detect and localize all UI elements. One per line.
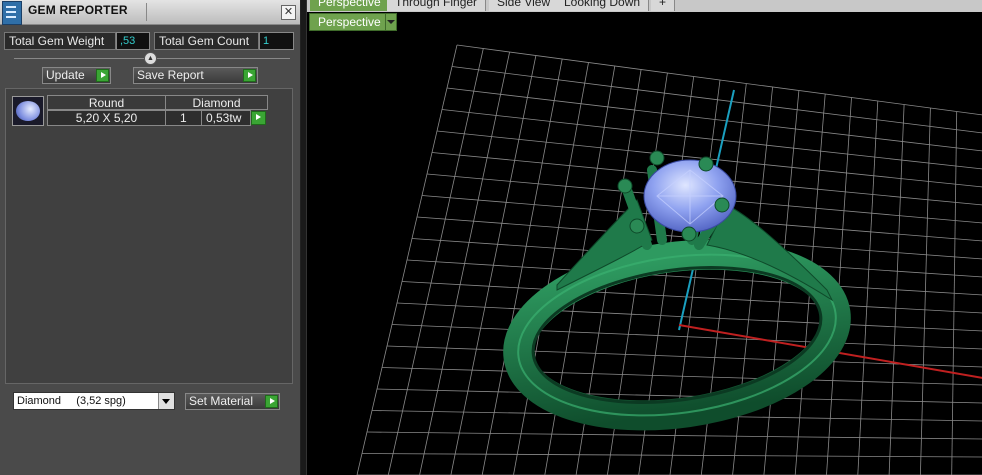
view-mode-dropdown[interactable]: Perspective: [309, 13, 397, 31]
save-report-button[interactable]: Save Report: [133, 67, 258, 84]
gem-row-play-icon[interactable]: [251, 111, 266, 125]
update-button[interactable]: Update: [42, 67, 111, 84]
set-material-button-label: Set Material: [189, 394, 254, 408]
scene-canvas[interactable]: [307, 0, 982, 475]
total-gem-count-value: 1: [259, 32, 294, 50]
view-mode-label: Perspective: [318, 15, 381, 29]
play-icon: [243, 69, 256, 82]
ring-model[interactable]: [503, 150, 851, 435]
tab-looking-down[interactable]: Looking Down: [556, 0, 650, 11]
material-select-value: Diamond (3,52 spg): [17, 395, 126, 407]
play-icon: [96, 69, 109, 82]
play-icon: [265, 395, 278, 408]
tab-through-finger[interactable]: Through Finger: [387, 0, 487, 11]
panel-titlebar: GEM REPORTER ✕: [0, 0, 300, 25]
total-gem-weight-label: Total Gem Weight: [4, 32, 116, 50]
gem-reporter-panel: GEM REPORTER ✕ Total Gem Weight ,53 Tota…: [0, 0, 301, 475]
total-gem-weight-value: ,53: [116, 32, 150, 50]
add-tab-icon[interactable]: +: [651, 0, 676, 11]
tab-perspective[interactable]: Perspective: [310, 0, 390, 11]
gem-weight-cell: 0,53tw: [201, 110, 251, 126]
chevron-down-icon[interactable]: [158, 393, 174, 409]
gem-material-header: Diamond: [165, 95, 268, 110]
total-gem-count-label: Total Gem Count: [154, 32, 259, 50]
gem-thumbnail[interactable]: [12, 96, 44, 126]
material-select[interactable]: Diamond (3,52 spg): [13, 392, 175, 410]
gem-shape-header: Round: [47, 95, 166, 110]
3d-viewport[interactable]: Perspective Through Finger Side View Loo…: [306, 0, 982, 475]
gem-reporter-icon: [2, 1, 22, 25]
update-button-label: Update: [46, 68, 85, 82]
chevron-down-icon[interactable]: [385, 14, 396, 30]
collapse-knob-icon[interactable]: ▲: [144, 52, 157, 65]
tab-side-view[interactable]: Side View: [489, 0, 560, 11]
close-icon[interactable]: ✕: [281, 5, 296, 20]
gem-list: Round Diamond 5,20 X 5,20 1 0,53tw: [5, 88, 293, 384]
gem-size-cell: 5,20 X 5,20: [47, 110, 166, 126]
round-gem-icon: [16, 101, 40, 121]
panel-title: GEM REPORTER: [28, 3, 128, 17]
gem-count-cell: 1: [165, 110, 202, 126]
set-material-button[interactable]: Set Material: [185, 393, 280, 410]
view-tabs: Perspective Through Finger Side View Loo…: [307, 0, 982, 12]
save-report-button-label: Save Report: [137, 68, 204, 82]
